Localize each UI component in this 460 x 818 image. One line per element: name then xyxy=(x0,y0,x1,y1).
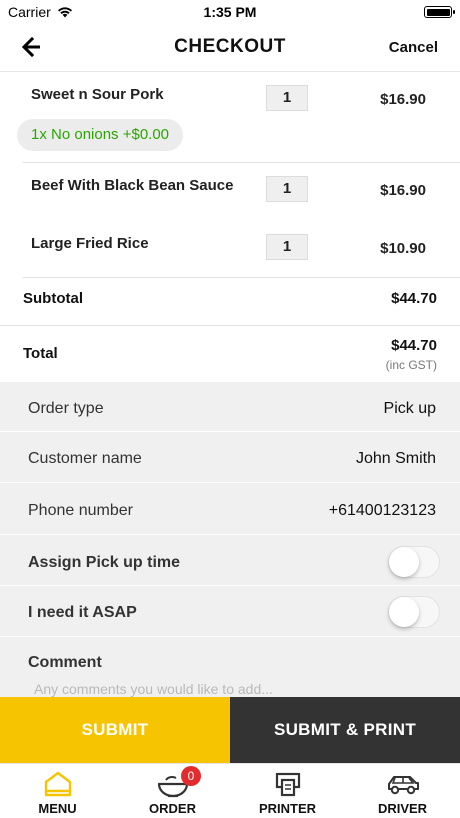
total-value: $44.70 xyxy=(391,337,437,354)
comment-label: Comment xyxy=(28,654,102,671)
tab-label: MENU xyxy=(38,801,77,816)
item-name: Large Fried Rice xyxy=(31,235,149,252)
cancel-button[interactable]: Cancel xyxy=(389,39,438,56)
item-price: $16.90 xyxy=(380,182,426,199)
gst-note: (inc GST) xyxy=(385,358,437,372)
battery-icon xyxy=(424,6,455,18)
tab-driver[interactable]: DRIVER xyxy=(345,764,460,818)
order-details-form: Order type Pick up Customer name John Sm… xyxy=(0,382,460,697)
phone-row[interactable]: Phone number +61400123123 xyxy=(0,485,460,535)
submit-print-button[interactable]: SUBMIT & PRINT xyxy=(230,697,460,763)
subtotal-label: Subtotal xyxy=(23,290,83,307)
order-item[interactable]: Large Fried Rice 1 $10.90 xyxy=(0,221,460,277)
order-count-badge: 0 xyxy=(181,766,201,786)
printer-icon xyxy=(275,772,300,797)
menu-house-icon xyxy=(44,771,71,797)
customer-name-label: Customer name xyxy=(28,450,142,467)
comment-input[interactable]: Any comments you would like to add... xyxy=(34,681,454,697)
back-button[interactable] xyxy=(18,34,48,62)
arrow-left-icon xyxy=(21,36,40,58)
asap-row: I need it ASAP xyxy=(0,587,460,637)
quantity-field[interactable]: 1 xyxy=(266,234,308,260)
quantity-field[interactable]: 1 xyxy=(266,176,308,202)
item-modifier: 1x No onions +$0.00 xyxy=(17,119,184,151)
item-price: $16.90 xyxy=(380,91,426,108)
submit-button[interactable]: SUBMIT xyxy=(0,697,230,763)
item-name: Beef With Black Bean Sauce xyxy=(31,177,234,194)
pickup-time-toggle[interactable] xyxy=(388,546,440,578)
item-name: Sweet n Sour Pork xyxy=(31,86,164,103)
quantity-field[interactable]: 1 xyxy=(266,85,308,111)
pickup-time-label: Assign Pick up time xyxy=(28,554,181,571)
tab-label: ORDER xyxy=(149,801,196,816)
nav-header: CHECKOUT Cancel xyxy=(0,24,460,72)
order-item[interactable]: Sweet n Sour Pork 1 $16.90 1x No onions … xyxy=(0,72,460,162)
clock: 1:35 PM xyxy=(203,4,257,20)
order-type-value[interactable]: Pick up xyxy=(384,400,436,418)
divider xyxy=(23,277,460,278)
order-type-label: Order type xyxy=(28,400,104,417)
car-icon xyxy=(387,776,419,795)
tab-label: DRIVER xyxy=(377,801,428,816)
pickup-time-row: Assign Pick up time xyxy=(0,536,460,586)
asap-toggle[interactable] xyxy=(388,596,440,628)
tab-menu[interactable]: MENU xyxy=(0,764,115,818)
order-item[interactable]: Beef With Black Bean Sauce 1 $16.90 xyxy=(0,163,460,221)
subtotal-value: $44.70 xyxy=(391,290,437,307)
phone-label: Phone number xyxy=(28,502,133,519)
divider xyxy=(0,325,460,326)
asap-label: I need it ASAP xyxy=(28,604,137,621)
order-type-row[interactable]: Order type Pick up xyxy=(0,382,460,432)
tab-label: PRINTER xyxy=(258,801,317,816)
customer-name-field[interactable]: John Smith xyxy=(356,450,436,468)
tab-order[interactable]: 0 ORDER xyxy=(115,764,230,818)
total-label: Total xyxy=(23,345,58,362)
item-price: $10.90 xyxy=(380,240,426,257)
phone-field[interactable]: +61400123123 xyxy=(329,502,436,520)
status-bar: Carrier 1:35 PM xyxy=(0,0,460,24)
tab-bar: MENU 0 ORDER PRINTER DRIVER xyxy=(0,763,460,818)
customer-name-row[interactable]: Customer name John Smith xyxy=(0,433,460,483)
tab-printer[interactable]: PRINTER xyxy=(230,764,345,818)
